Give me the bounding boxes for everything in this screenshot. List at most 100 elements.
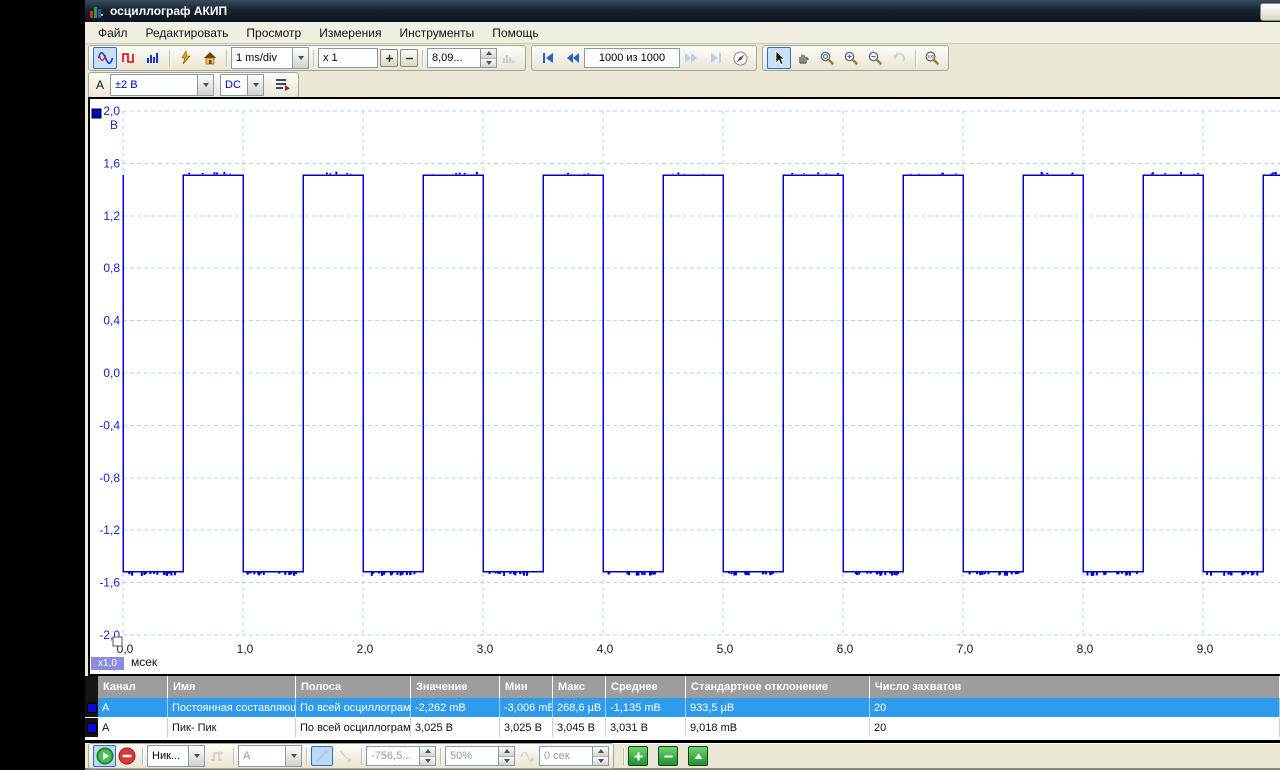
histogram-cursor-icon (503, 55, 516, 64)
column-header[interactable]: Канал (98, 676, 168, 698)
menu-item[interactable]: Редактировать (137, 24, 238, 42)
rising-edge-icon (316, 750, 328, 762)
menu-item[interactable]: Измерения (310, 24, 390, 42)
table-cell: 268,6 µB (553, 698, 606, 717)
zoom-region-button[interactable] (815, 47, 839, 69)
channel-coupling-value: DC (225, 78, 241, 91)
table-cell: Постоянная составляющая (168, 698, 296, 717)
channel-a-group: A ±2 В DC (88, 71, 300, 98)
stop-icon (118, 747, 136, 765)
table-row[interactable]: AПик- ПикПо всей осциллограмме3,025 В3,0… (85, 718, 1280, 738)
channel-coupling-select[interactable]: DC (220, 73, 265, 96)
pretrigger-value: 50% (445, 746, 498, 766)
svg-text:-1,6: -1,6 (99, 576, 120, 590)
pointer-tool-button[interactable] (767, 47, 791, 69)
menu-item[interactable]: Просмотр (237, 24, 310, 42)
forward-icon (685, 53, 697, 63)
channel-settings-button[interactable] (270, 74, 294, 96)
remove-measurement-button[interactable] (658, 746, 678, 766)
separator (226, 49, 227, 67)
spinner-arrows[interactable] (480, 48, 497, 68)
single-step-button (205, 745, 229, 767)
separator (422, 49, 423, 67)
run-mode-select[interactable]: Ник... (147, 745, 205, 767)
curve-icon (520, 751, 535, 762)
x-scale-badge[interactable]: x1,0 (91, 657, 124, 670)
channel-settings-icon (275, 79, 290, 91)
toolbar-group-navigation: 1000 из 1000 (531, 45, 757, 71)
timebase-select[interactable]: 1 ms/div (231, 47, 309, 69)
main-toolbar: 1 ms/div x 1 8,09... 1000 из 1000 100 (85, 44, 1280, 72)
pan-tool-button[interactable] (791, 47, 815, 69)
menu-item[interactable]: Помощь (483, 24, 547, 42)
offset-spinner[interactable]: 8,09... (427, 48, 497, 68)
chevron-down-icon (292, 48, 308, 68)
waveform-view-button[interactable] (93, 47, 117, 69)
lightning-icon (181, 50, 191, 65)
zoom-in-icon (844, 51, 858, 65)
svg-text:-0,4: -0,4 (99, 418, 120, 432)
oscilloscope-plot[interactable]: 2,0 1,6 1,2 0,8 0,4 0,0 -0,4 -0,8 -1,2 -1,6 -2,0 В 0… (88, 97, 1280, 676)
menu-item[interactable]: Инструменты (390, 24, 483, 42)
separator (440, 747, 441, 765)
svg-text:7,0: 7,0 (957, 642, 974, 656)
buffer-position-value: 1000 из 1000 (598, 52, 666, 64)
column-header[interactable]: Среднее (606, 676, 686, 698)
column-header[interactable]: Число захватов (870, 676, 1280, 698)
first-frame-button[interactable] (536, 47, 560, 69)
table-cell: A (98, 698, 168, 717)
add-measurement-button[interactable] (628, 746, 648, 766)
collapse-panel-button[interactable] (688, 746, 708, 766)
previous-frame-button[interactable] (560, 47, 584, 69)
spectrum-view-button[interactable] (141, 47, 165, 69)
chevron-down-icon (188, 746, 204, 766)
column-header[interactable]: Значение (411, 676, 500, 698)
chevron-down-icon (247, 74, 264, 95)
column-header[interactable]: Мин (500, 676, 553, 698)
spinner-arrows (419, 746, 436, 766)
zoom-region-icon (820, 51, 834, 65)
square-wave-view-button[interactable] (117, 47, 141, 69)
svg-text:0,4: 0,4 (103, 314, 120, 328)
pointer-icon (775, 50, 785, 65)
menu-item[interactable]: Файл (89, 24, 137, 42)
stop-button[interactable] (116, 745, 138, 767)
svg-text:-0,8: -0,8 (99, 471, 120, 485)
zoom-out-button[interactable] (863, 47, 887, 69)
compass-icon (733, 51, 747, 65)
table-corner (85, 676, 98, 698)
arrow-up-icon (694, 753, 702, 759)
zoom-100-icon: 100 (925, 51, 939, 65)
column-header[interactable]: Имя (168, 676, 296, 698)
scale-field[interactable]: x 1 (318, 48, 378, 68)
zoom-in-button[interactable] (839, 47, 863, 69)
next-frame-button (680, 47, 704, 69)
table-row[interactable]: AПостоянная составляющаяПо всей осциллог… (85, 698, 1280, 718)
table-cell: 9,018 mB (686, 718, 870, 737)
zoom-100-button[interactable]: 100 (920, 47, 944, 69)
holdoff-time-value: 0 сек (539, 746, 592, 766)
scale-increase-button[interactable] (380, 49, 398, 67)
trigger-rising-button (312, 747, 332, 765)
scale-decrease-button[interactable] (400, 49, 418, 67)
table-cell: 3,031 В (606, 718, 686, 737)
minus-icon (405, 57, 413, 59)
column-header[interactable]: Стандартное отклонение (686, 676, 870, 698)
buffer-position-field[interactable]: 1000 из 1000 (584, 48, 680, 68)
scale-value: x 1 (323, 52, 338, 64)
column-header[interactable]: Макс (553, 676, 606, 698)
home-button[interactable] (198, 47, 222, 69)
svg-text:1,6: 1,6 (103, 156, 120, 170)
window-control-partial[interactable] (1260, 3, 1280, 21)
table-cell: Пик- Пик (168, 718, 296, 737)
channel-range-select[interactable]: ±2 В (110, 73, 215, 96)
channel-color-indicator (85, 718, 98, 737)
svg-text:3,0: 3,0 (477, 642, 494, 656)
toolbar-group-display: 1 ms/div x 1 8,09... (88, 45, 526, 71)
sine-wave-icon (97, 51, 113, 65)
column-header[interactable]: Полоса (296, 676, 411, 698)
playback-speed-button[interactable] (728, 47, 752, 69)
autosetup-button[interactable] (174, 47, 198, 69)
spinner-arrows (498, 746, 515, 766)
start-button[interactable] (94, 746, 115, 766)
